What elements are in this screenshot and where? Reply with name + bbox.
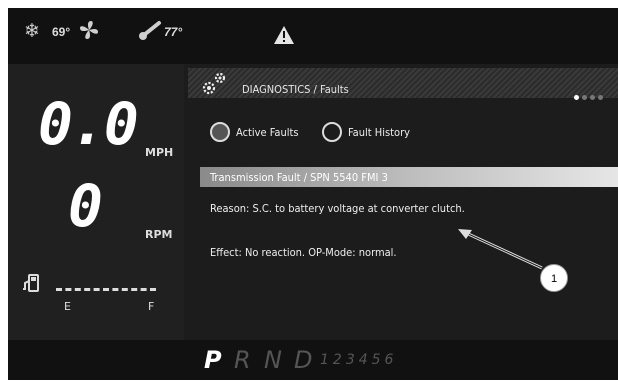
- fuel-empty-label: E: [64, 300, 71, 313]
- diagnostics-header: DIAGNOSTICS / Faults: [188, 68, 618, 100]
- speed-unit: MPH: [145, 146, 174, 159]
- fault-title: Transmission Fault / SPN 5540 FMI 3: [210, 171, 388, 184]
- gear-n: N: [264, 346, 282, 374]
- rpm-value: 0: [68, 172, 103, 240]
- callout-badge: 1: [540, 264, 568, 292]
- gear-numbers: 123456: [320, 352, 398, 368]
- warning-triangle-icon[interactable]: [273, 25, 295, 50]
- page-dot-1: [574, 95, 579, 100]
- page-dot-3: [590, 95, 595, 100]
- gear-p: P: [204, 346, 222, 374]
- gauge-panel: 0.0 MPH 0 RPM E F: [8, 64, 184, 340]
- fault-history-radio[interactable]: [322, 122, 342, 142]
- status-bar: ❄ 69° 77°: [8, 8, 618, 64]
- snowflake-icon: ❄: [24, 21, 40, 42]
- fuel-full-label: F: [148, 300, 155, 313]
- fault-effect: Effect: No reaction. OP-Mode: normal.: [210, 246, 397, 259]
- speed-value: 0.0: [38, 90, 139, 158]
- page-title: DIAGNOSTICS / Faults: [242, 83, 349, 96]
- diagnostics-panel: DIAGNOSTICS / Faults Active Faults Fault…: [184, 64, 618, 340]
- fault-title-bar[interactable]: Transmission Fault / SPN 5540 FMI 3: [200, 167, 618, 187]
- gear-d: D: [294, 346, 313, 374]
- gears-icon: [200, 71, 228, 102]
- fuel-gauge: [56, 288, 156, 295]
- page-dot-2: [582, 95, 587, 100]
- gear-selector: P R N D 123456: [8, 340, 618, 380]
- fault-reason: Reason: S.C. to battery voltage at conve…: [210, 202, 465, 215]
- rpm-unit: RPM: [145, 228, 173, 241]
- instrument-display: ❄ 69° 77° 0.0 MPH 0 RPM E F DIAGNOSTICS …: [8, 8, 618, 380]
- callout-number: 1: [550, 273, 558, 285]
- engine-temp: 77°: [164, 25, 183, 39]
- active-faults-radio[interactable]: [210, 122, 230, 142]
- ac-temp: 69°: [52, 25, 71, 39]
- thermometer-icon: [138, 20, 162, 45]
- fuel-pump-icon: [22, 274, 42, 297]
- page-indicator: [574, 87, 606, 105]
- active-faults-label: Active Faults: [236, 126, 299, 139]
- gear-r: R: [234, 346, 251, 374]
- callout-arrow: [458, 229, 543, 270]
- fault-history-label: Fault History: [348, 126, 410, 139]
- fan-icon: [78, 19, 100, 46]
- page-dot-4: [598, 95, 603, 100]
